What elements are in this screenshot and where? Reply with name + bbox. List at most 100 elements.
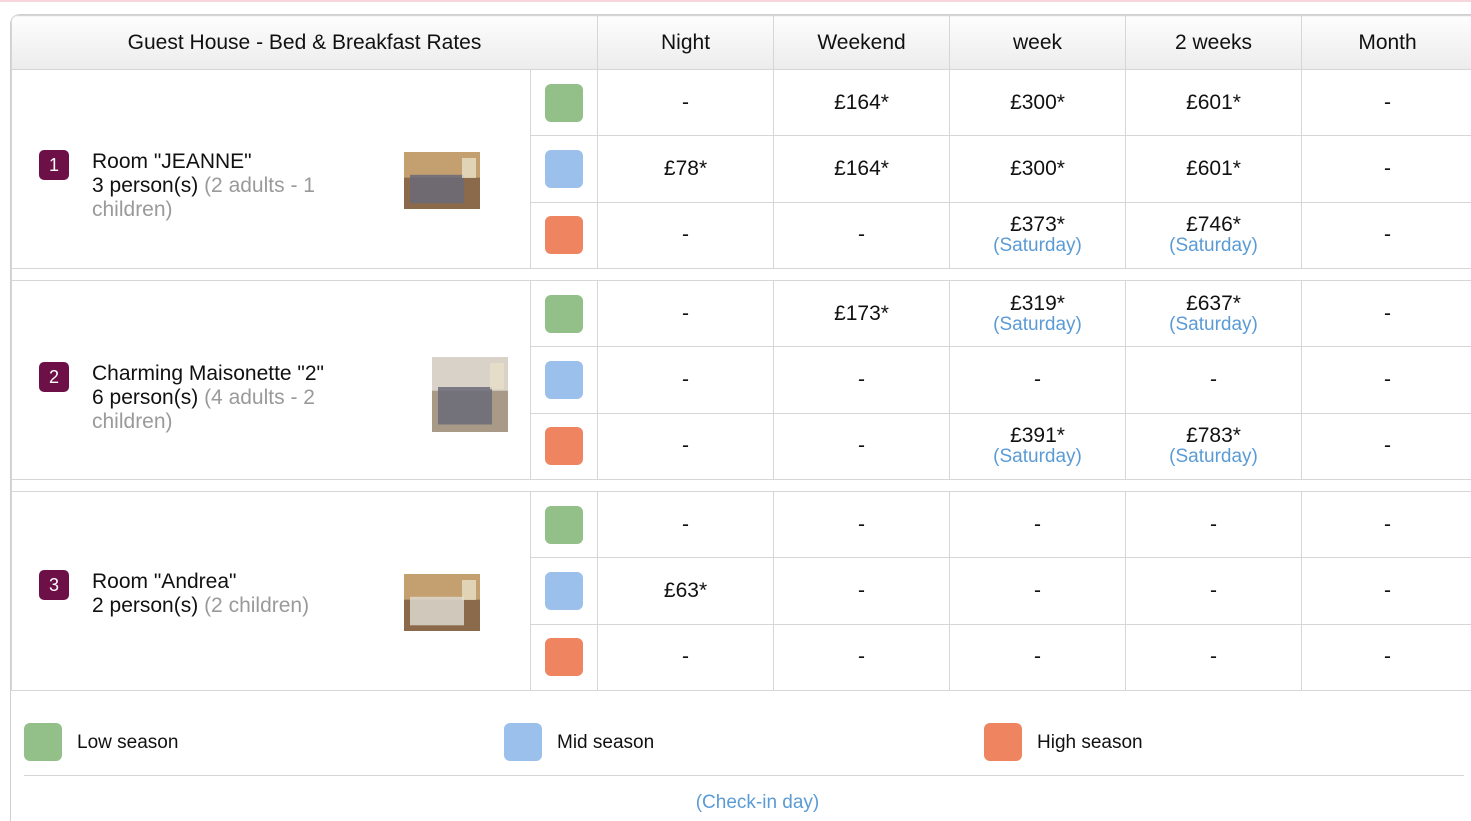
month-rate: - xyxy=(1301,557,1471,625)
room-info: 1 Room "JEANNE" 3 person(s) (2 adults - 1 … xyxy=(12,70,530,268)
month-rate: - xyxy=(1301,490,1471,559)
column-week: week xyxy=(949,15,1127,70)
night-rate: - xyxy=(597,490,775,559)
rate-value: £637* xyxy=(1186,291,1241,315)
room-number-badge: 1 xyxy=(39,150,69,180)
month-rate: - xyxy=(1301,346,1471,414)
legend-divider xyxy=(24,775,1464,776)
high-season-swatch xyxy=(984,723,1022,761)
month-rate: - xyxy=(1301,623,1471,692)
weekend-rate: £173* xyxy=(773,279,951,348)
room-number-badge: 3 xyxy=(39,570,69,600)
low-season-swatch xyxy=(24,723,62,761)
rates-panel: Guest House - Bed & Breakfast Rates Nigh… xyxy=(10,14,1471,821)
season-legend: Low season Mid season High season (Check… xyxy=(24,710,1464,821)
night-rate: £78* xyxy=(597,135,775,203)
high-season-swatch xyxy=(545,638,583,677)
night-rate: - xyxy=(597,346,775,414)
room-capacity-detail: (2 children) xyxy=(204,594,310,617)
room-photo-icon[interactable] xyxy=(432,357,508,432)
mid-season-swatch xyxy=(545,360,583,399)
room-photo-icon[interactable] xyxy=(404,574,480,631)
week-rate: - xyxy=(949,490,1127,559)
rate-value: £391* xyxy=(1010,424,1065,448)
night-rate: - xyxy=(597,412,775,481)
season-cell xyxy=(529,68,599,137)
season-cell xyxy=(529,279,599,348)
room-info: 3 Room "Andrea" 2 person(s) (2 children) xyxy=(12,492,530,690)
two-weeks-rate: £601* xyxy=(1125,135,1303,203)
season-cell xyxy=(529,412,599,481)
room-capacity: 6 person(s) xyxy=(92,386,199,409)
legend-mid-label: Mid season xyxy=(557,732,655,753)
room-name[interactable]: Room "Andrea" xyxy=(92,570,367,594)
room-name[interactable]: Charming Maisonette "2" xyxy=(92,362,367,386)
low-season-swatch xyxy=(545,83,583,122)
room-separator xyxy=(11,479,1471,492)
rate-value: £164* xyxy=(834,156,889,180)
weekend-rate: £164* xyxy=(773,135,951,203)
table-row: 1 Room "JEANNE" 3 person(s) (2 adults - 1 … xyxy=(11,68,1471,269)
mid-season-swatch xyxy=(504,723,542,761)
checkin-day: (Saturday) xyxy=(993,235,1082,257)
rate-value: - xyxy=(858,578,866,602)
room-description: Room "JEANNE" 3 person(s) (2 adults - 1 c… xyxy=(92,150,367,222)
rate-value: - xyxy=(1034,578,1042,602)
room-info-cell: 1 Room "JEANNE" 3 person(s) (2 adults - 1 … xyxy=(11,69,531,269)
rate-value: - xyxy=(1384,301,1392,325)
rate-value: £319* xyxy=(1010,291,1065,315)
rate-value: - xyxy=(1034,645,1042,669)
low-season-swatch xyxy=(545,505,583,544)
rate-value: £173* xyxy=(834,301,889,325)
week-rate: £300* xyxy=(949,135,1127,203)
month-rate: - xyxy=(1301,201,1471,270)
column-night: Night xyxy=(597,15,775,70)
night-rate: - xyxy=(597,201,775,270)
separator-cell xyxy=(11,479,1471,492)
room-separator xyxy=(11,268,1471,281)
room-name[interactable]: Room "JEANNE" xyxy=(92,150,367,174)
rate-value: - xyxy=(682,645,690,669)
rate-value: - xyxy=(1210,578,1218,602)
checkin-day: (Saturday) xyxy=(1169,235,1258,257)
rate-value: - xyxy=(1384,434,1392,458)
two-weeks-rate: £637* (Saturday) xyxy=(1125,279,1303,348)
checkin-note: (Check-in day) xyxy=(695,792,820,813)
season-cell xyxy=(529,346,599,414)
rate-value: £601* xyxy=(1186,90,1241,114)
season-cell xyxy=(529,557,599,625)
rate-value: - xyxy=(682,301,690,325)
rate-value: - xyxy=(1384,367,1392,391)
room-photo-icon[interactable] xyxy=(404,152,480,209)
weekend-rate: £164* xyxy=(773,68,951,137)
week-rate: - xyxy=(949,557,1127,625)
checkin-day: (Saturday) xyxy=(1169,313,1258,335)
rate-value: - xyxy=(682,90,690,114)
rate-value: - xyxy=(1210,367,1218,391)
rate-value: £78* xyxy=(663,156,708,180)
week-rate: £373* (Saturday) xyxy=(949,201,1127,270)
two-weeks-rate: £783* (Saturday) xyxy=(1125,412,1303,481)
room-description: Charming Maisonette "2" 6 person(s) (4 ad… xyxy=(92,362,367,434)
low-season-swatch xyxy=(545,294,583,333)
rate-value: £300* xyxy=(1010,90,1065,114)
rate-value: - xyxy=(858,223,866,247)
two-weeks-rate: £601* xyxy=(1125,68,1303,137)
month-rate: - xyxy=(1301,68,1471,137)
rate-value: - xyxy=(1384,156,1392,180)
checkin-day: (Saturday) xyxy=(993,313,1082,335)
column-month: Month xyxy=(1301,15,1471,70)
month-rate: - xyxy=(1301,135,1471,203)
weekend-rate: - xyxy=(773,623,951,692)
rate-value: £601* xyxy=(1186,156,1241,180)
table-row: 2 Charming Maisonette "2" 6 person(s) (4 a… xyxy=(11,279,1471,480)
mid-season-swatch xyxy=(545,149,583,188)
room-capacity: 2 person(s) xyxy=(92,594,199,617)
weekend-rate: - xyxy=(773,201,951,270)
room-info-cell: 3 Room "Andrea" 2 person(s) (2 children) xyxy=(11,491,531,691)
rate-value: - xyxy=(1384,512,1392,536)
month-rate: - xyxy=(1301,412,1471,481)
weekend-rate: - xyxy=(773,346,951,414)
room-capacity: 3 person(s) xyxy=(92,174,199,197)
table-row: 3 Room "Andrea" 2 person(s) (2 children) - -… xyxy=(11,490,1471,691)
